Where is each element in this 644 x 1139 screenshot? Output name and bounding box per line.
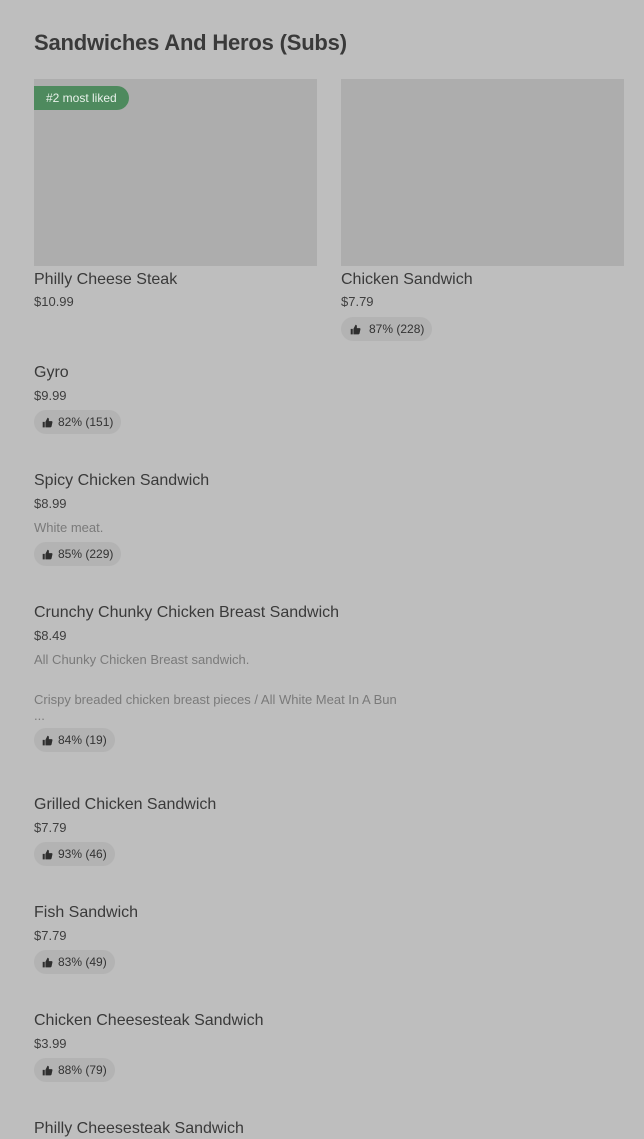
item-price: $10.99	[34, 294, 74, 309]
item-name[interactable]: Gyro	[34, 363, 614, 383]
rating-text: 88% (79)	[58, 1063, 107, 1077]
item-name[interactable]: Grilled Chicken Sandwich	[34, 795, 614, 815]
thumbs-up-icon	[42, 1065, 53, 1075]
item-price: $8.49	[34, 628, 67, 643]
thumbs-up-icon	[42, 849, 53, 859]
item-description: White meat.	[34, 520, 104, 535]
item-price: $9.99	[34, 388, 67, 403]
thumbs-up-icon	[42, 957, 53, 967]
rating-text: 87% (228)	[369, 322, 425, 336]
item-name[interactable]: Crunchy Chunky Chicken Breast Sandwich	[34, 603, 614, 623]
menu-item[interactable]: Philly Cheesesteak Sandwich	[34, 1119, 614, 1139]
thumbs-up-icon	[350, 324, 361, 334]
item-price: $7.79	[34, 820, 67, 835]
thumbs-up-icon	[42, 549, 53, 559]
rating-text: 85% (229)	[58, 547, 114, 561]
item-price: $8.99	[34, 496, 67, 511]
item-price: $7.79	[34, 928, 67, 943]
rating-text: 93% (46)	[58, 847, 107, 861]
menu-item[interactable]: Spicy Chicken Sandwich $8.99 White meat.…	[34, 471, 614, 566]
menu-item[interactable]: Fish Sandwich $7.79 83% (49)	[34, 903, 614, 974]
menu-item[interactable]: Gyro $9.99 82% (151)	[34, 363, 614, 434]
item-price: $3.99	[34, 1036, 67, 1051]
menu-item[interactable]: Grilled Chicken Sandwich $7.79 93% (46)	[34, 795, 614, 866]
item-image[interactable]: #2 most liked	[34, 79, 317, 266]
featured-item-card[interactable]: Chicken Sandwich $7.79 87% (228)	[341, 79, 624, 341]
item-name[interactable]: Philly Cheesesteak Sandwich	[34, 1119, 614, 1139]
rating-badge: 87% (228)	[341, 317, 433, 341]
item-name[interactable]: Chicken Cheesesteak Sandwich	[34, 1011, 614, 1031]
item-image[interactable]	[341, 79, 624, 266]
item-price: $7.79	[341, 294, 374, 309]
description-ellipsis: ...	[34, 708, 45, 723]
item-name[interactable]: Spicy Chicken Sandwich	[34, 471, 614, 491]
item-description-detail: Crispy breaded chicken breast pieces / A…	[34, 692, 397, 707]
item-description: All Chunky Chicken Breast sandwich.	[34, 652, 250, 667]
rating-text: 82% (151)	[58, 415, 114, 429]
rating-badge: 84% (19)	[34, 728, 115, 752]
rating-badge: 85% (229)	[34, 542, 122, 566]
menu-item[interactable]: Crunchy Chunky Chicken Breast Sandwich $…	[34, 603, 614, 752]
rating-badge: 88% (79)	[34, 1058, 115, 1082]
item-name[interactable]: Philly Cheese Steak	[34, 270, 317, 290]
featured-item-card[interactable]: #2 most liked Philly Cheese Steak $10.99	[34, 79, 317, 310]
item-name[interactable]: Fish Sandwich	[34, 903, 614, 923]
rating-text: 83% (49)	[58, 955, 107, 969]
rating-badge: 82% (151)	[34, 410, 122, 434]
thumbs-up-icon	[42, 417, 53, 427]
rating-badge: 83% (49)	[34, 950, 115, 974]
most-liked-badge: #2 most liked	[34, 86, 129, 110]
menu-item[interactable]: Chicken Cheesesteak Sandwich $3.99 88% (…	[34, 1011, 614, 1082]
rating-text: 84% (19)	[58, 733, 107, 747]
section-title: Sandwiches And Heros (Subs)	[34, 30, 347, 55]
item-name[interactable]: Chicken Sandwich	[341, 270, 624, 290]
rating-badge: 93% (46)	[34, 842, 115, 866]
thumbs-up-icon	[42, 735, 53, 745]
